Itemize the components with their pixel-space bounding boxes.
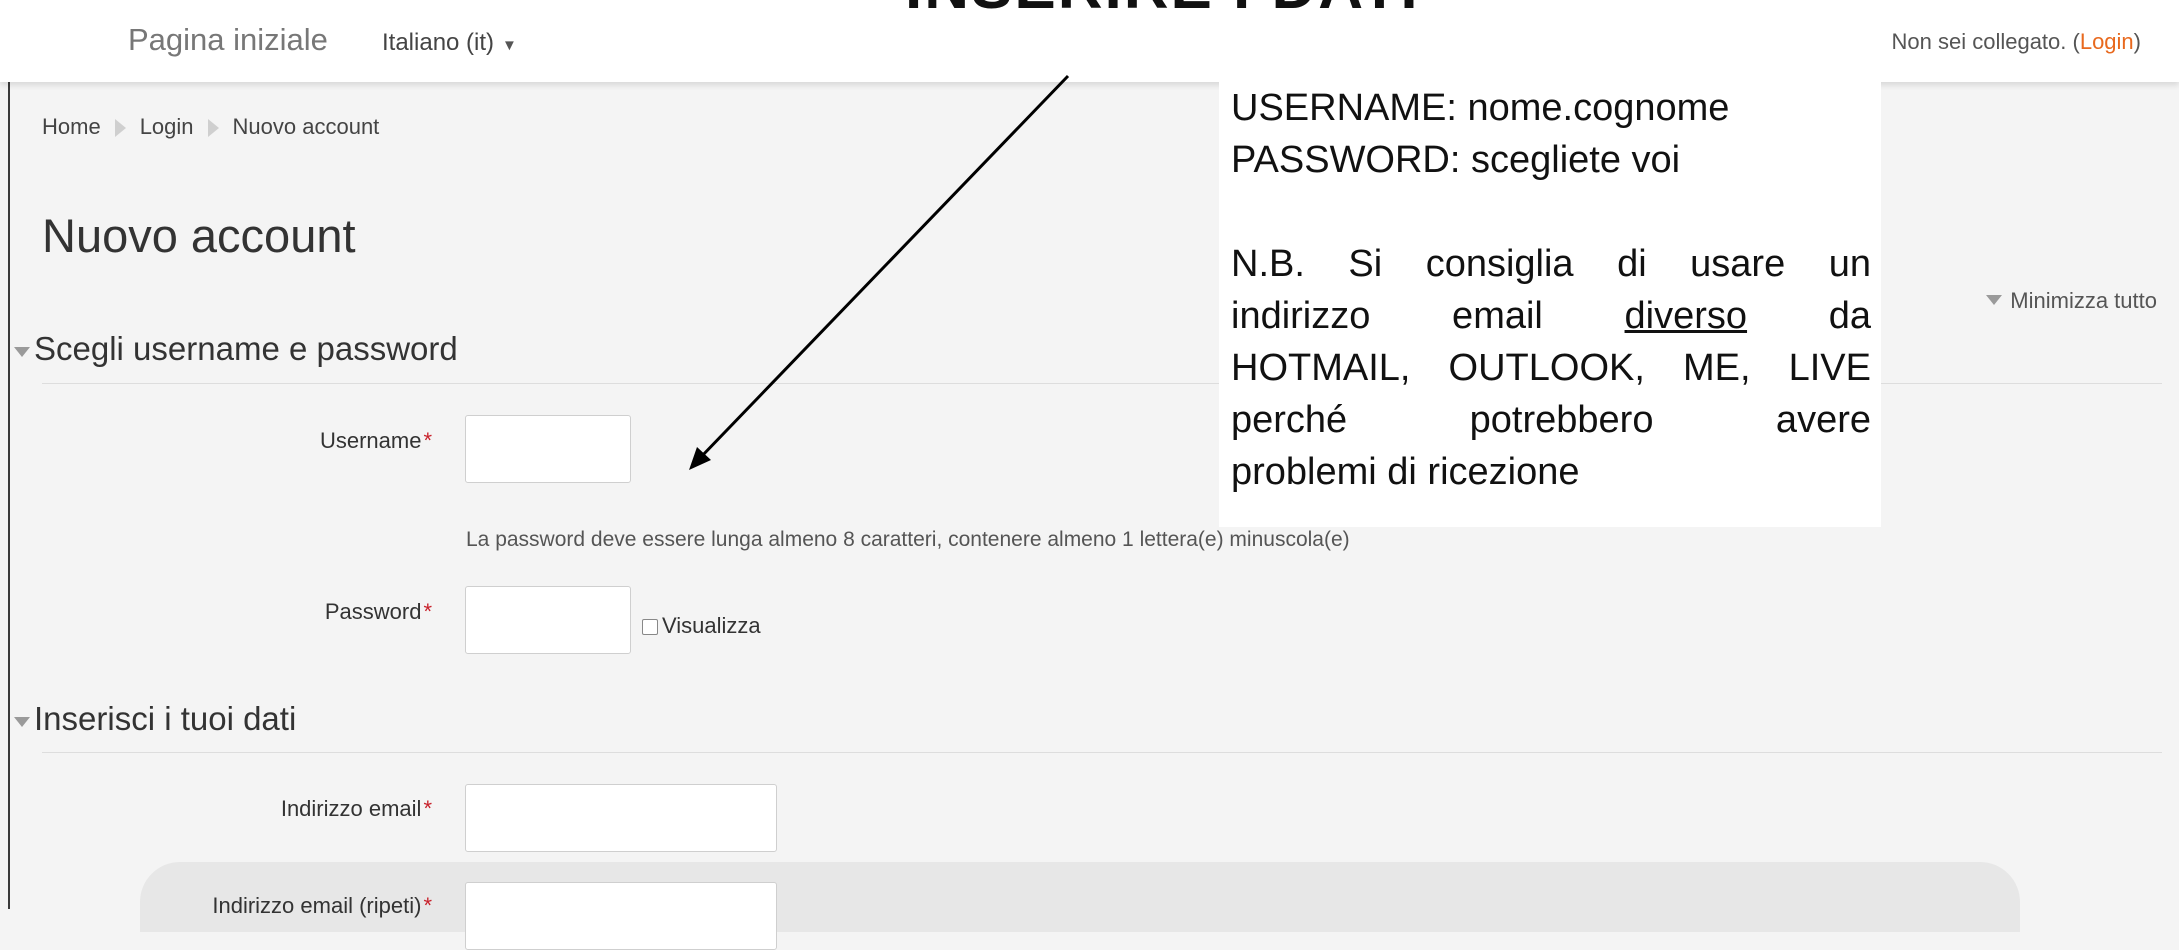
note-text-segment: da xyxy=(1747,295,1871,337)
note-emphasis: diverso xyxy=(1624,295,1748,337)
note-nb-line-2: indirizzo email diverso da xyxy=(1231,290,1871,342)
note-nb-line-1: N.B. Si consiglia di usare un xyxy=(1231,243,1871,285)
note-spacer xyxy=(1231,186,1871,238)
note-password-line: PASSWORD: scegliete voi xyxy=(1231,139,1681,181)
instruction-note: USERNAME: nome.cognome PASSWORD: sceglie… xyxy=(1219,80,1881,527)
note-nb-line-5: problemi di ricezione xyxy=(1231,451,1580,493)
note-nb-line-3: HOTMAIL, OUTLOOK, ME, LIVE xyxy=(1231,347,1871,389)
note-text-segment: indirizzo email xyxy=(1231,295,1625,337)
note-text: USERNAME: nome.cognome PASSWORD: sceglie… xyxy=(1231,80,1871,498)
note-username-line: USERNAME: nome.cognome xyxy=(1231,87,1730,129)
note-nb-line-4: perché potrebbero avere xyxy=(1231,399,1871,441)
